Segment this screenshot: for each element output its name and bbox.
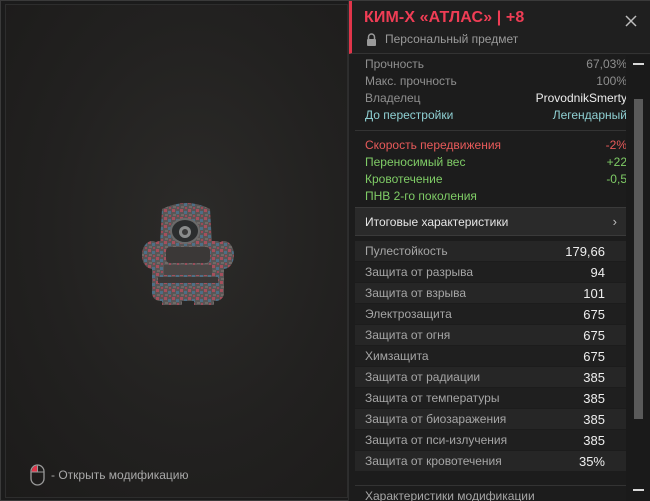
- owner-value: ProvodnikSmerty: [535, 90, 627, 105]
- stat-value: 385: [583, 432, 605, 448]
- chevron-right-icon: ›: [612, 214, 617, 229]
- effect-move-speed-row: Скорость передвижения -2%: [365, 136, 627, 153]
- effect-night-vision-row: ПНВ 2-го поколения: [365, 187, 627, 204]
- stat-value: 385: [583, 369, 605, 385]
- stat-label: Защита от биозаражения: [365, 412, 507, 426]
- item-inspect-window: - Открыть модификацию КИМ-Х «АТЛАС» | +8…: [0, 0, 650, 501]
- stat-label: Защита от разрыва: [365, 265, 474, 279]
- hint-text: - Открыть модификацию: [51, 468, 189, 482]
- stat-row: Защита от радиации 385: [355, 367, 627, 387]
- stat-row: Пулестойкость 179,66: [355, 241, 627, 261]
- modification-characteristics-section[interactable]: Характеристики модификации: [355, 485, 627, 501]
- durability-row: Прочность 67,03%: [365, 55, 627, 72]
- durability-label: Прочность: [365, 56, 425, 71]
- effect-value: -2%: [605, 137, 627, 152]
- effect-label: Кровотечение: [365, 171, 443, 186]
- max-durability-label: Макс. прочность: [365, 73, 457, 88]
- rebuild-label: До перестройки: [365, 107, 454, 122]
- item-stats-scroll-area[interactable]: Прочность 67,03% Макс. прочность 100% Вл…: [349, 55, 627, 501]
- stat-label: Защита от кровотечения: [365, 454, 502, 468]
- stat-value: 675: [583, 327, 605, 343]
- scroll-up-icon[interactable]: [633, 63, 644, 65]
- open-modification-hint: - Открыть модификацию: [30, 464, 189, 486]
- effect-label: ПНВ 2-го поколения: [365, 188, 477, 203]
- item-info-panel: КИМ-Х «АТЛАС» | +8 Персональный предмет …: [348, 1, 650, 501]
- rebuild-rarity-value: Легендарный: [552, 107, 627, 122]
- stat-row: Электрозащита 675: [355, 304, 627, 324]
- stat-value: 35%: [578, 453, 605, 469]
- item-subtitle: Персональный предмет: [385, 32, 519, 46]
- stat-value: 179,66: [565, 243, 605, 259]
- durability-value: 67,03%: [586, 56, 627, 71]
- stat-row: Химзащита 675: [355, 346, 627, 366]
- effect-value: -0,5: [606, 171, 627, 186]
- stat-label: Защита от огня: [365, 328, 451, 342]
- item-header: КИМ-Х «АТЛАС» | +8 Персональный предмет: [349, 1, 650, 54]
- stat-row: Защита от пси-излучения 385: [355, 430, 627, 450]
- lock-icon: [367, 32, 376, 46]
- max-durability-row: Макс. прочность 100%: [365, 72, 627, 89]
- effect-carry-weight-row: Переносимый вес +22: [365, 153, 627, 170]
- owner-row: Владелец ProvodnikSmerty: [365, 89, 627, 106]
- stat-row: Защита от разрыва 94: [355, 262, 627, 282]
- divider: [355, 130, 627, 131]
- stat-row: Защита от взрыва 101: [355, 283, 627, 303]
- summary-characteristics-button[interactable]: Итоговые характеристики ›: [355, 207, 627, 236]
- item-title: КИМ-Х «АТЛАС» | +8: [364, 9, 525, 26]
- stat-label: Защита от температуры: [365, 391, 500, 405]
- stat-row: Защита от кровотечения 35%: [355, 451, 627, 471]
- stat-value: 385: [583, 390, 605, 406]
- effect-value: +22: [606, 154, 627, 169]
- close-icon[interactable]: [623, 13, 639, 29]
- effect-bleeding-row: Кровотечение -0,5: [365, 170, 627, 187]
- stat-value: 94: [590, 264, 605, 280]
- summary-label: Итоговые характеристики: [365, 214, 509, 229]
- stat-label: Защита от радиации: [365, 370, 481, 384]
- stat-label: Защита от взрыва: [365, 286, 467, 300]
- stat-row: Защита от огня 675: [355, 325, 627, 345]
- stat-value: 675: [583, 348, 605, 364]
- effect-label: Переносимый вес: [365, 154, 466, 169]
- stat-row: Защита от биозаражения 385: [355, 409, 627, 429]
- stat-value: 675: [583, 306, 605, 322]
- stat-label: Пулестойкость: [365, 244, 448, 258]
- max-durability-value: 100%: [596, 73, 627, 88]
- item-binding-status: Персональный предмет: [366, 32, 518, 46]
- scrollbar[interactable]: [626, 55, 650, 501]
- stat-label: Химзащита: [365, 349, 429, 363]
- owner-label: Владелец: [365, 90, 421, 105]
- scroll-down-icon[interactable]: [633, 489, 644, 491]
- armor-suit-model: [142, 203, 234, 305]
- scrollbar-thumb[interactable]: [634, 99, 643, 419]
- mouse-left-click-icon: [30, 464, 45, 486]
- rebuild-rarity-row: До перестройки Легендарный: [365, 106, 627, 123]
- stat-label: Электрозащита: [365, 307, 452, 321]
- stat-row: Защита от температуры 385: [355, 388, 627, 408]
- effect-label: Скорость передвижения: [365, 137, 502, 152]
- stat-label: Защита от пси-излучения: [365, 433, 508, 447]
- item-preview-viewport[interactable]: - Открыть модификацию: [5, 4, 348, 498]
- stat-value: 385: [583, 411, 605, 427]
- stat-value: 101: [583, 285, 605, 301]
